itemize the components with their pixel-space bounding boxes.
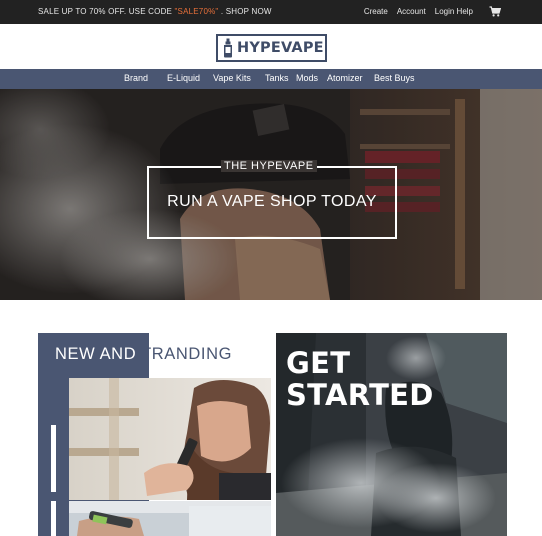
- accent-bar: [51, 425, 56, 492]
- hero-banner[interactable]: THE HYPEVAPE RUN A VAPE SHOP TODAY: [0, 89, 542, 300]
- nav-item-brand[interactable]: Brand: [124, 73, 148, 83]
- hero-title: RUN A VAPE SHOP TODAY: [167, 193, 377, 210]
- trending-photo[interactable]: [69, 378, 271, 500]
- get-started-line1: GET: [286, 346, 351, 380]
- promo-text[interactable]: SALE UP TO 70% OFF. USE CODE "SALE70%" .…: [38, 7, 272, 16]
- get-started-card[interactable]: GET STARTED: [276, 333, 507, 536]
- get-started-title: GET STARTED: [286, 347, 434, 411]
- accent-bar: [51, 501, 56, 536]
- site-logo[interactable]: HYPEVAPE: [216, 34, 327, 62]
- nav-item-best-buys[interactable]: Best Buys: [374, 73, 415, 83]
- account-links: Create Account Login Help: [364, 6, 502, 17]
- nav-item-e-liquid[interactable]: E-Liquid: [167, 73, 200, 83]
- trending-title: NEW AND TRANDING: [55, 345, 232, 364]
- promo-suffix: . SHOP NOW: [218, 7, 272, 16]
- account-link[interactable]: Account: [397, 7, 426, 16]
- logo-area: HYPEVAPE: [0, 24, 542, 69]
- logo-text: HYPEVAPE: [237, 40, 324, 56]
- nav-item-tanks[interactable]: Tanks: [265, 73, 289, 83]
- nav-item-mods[interactable]: Mods: [296, 73, 318, 83]
- main-nav: Brand E-Liquid Vape Kits Tanks Mods Atom…: [0, 69, 542, 89]
- new-trending-card[interactable]: NEW AND TRANDING: [38, 333, 271, 536]
- promo-bar: SALE UP TO 70% OFF. USE CODE "SALE70%" .…: [0, 0, 542, 24]
- login-help-link[interactable]: Login Help: [435, 7, 473, 16]
- nav-item-vape-kits[interactable]: Vape Kits: [213, 73, 251, 83]
- cart-icon[interactable]: [489, 6, 502, 17]
- vape-bottle-icon: [222, 38, 234, 58]
- promo-prefix: SALE UP TO 70% OFF. USE CODE: [38, 7, 175, 16]
- trending-title-part2: TRANDING: [141, 345, 233, 363]
- create-link[interactable]: Create: [364, 7, 388, 16]
- nav-item-atomizer[interactable]: Atomizer: [327, 73, 363, 83]
- hero-label: THE HYPEVAPE: [221, 160, 317, 172]
- get-started-line2: STARTED: [286, 378, 434, 412]
- trending-title-part1: NEW AND: [55, 345, 142, 363]
- promo-code: "SALE70%": [174, 7, 219, 16]
- trending-photo-2[interactable]: [69, 501, 271, 536]
